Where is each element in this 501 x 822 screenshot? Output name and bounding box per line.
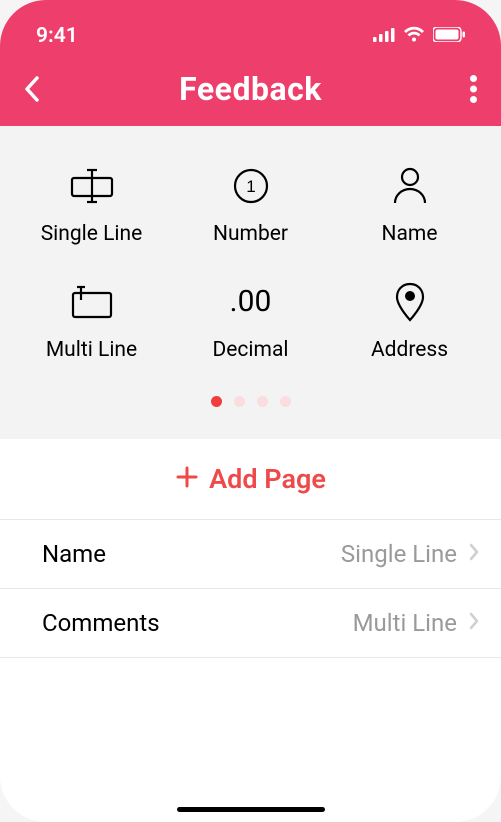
- field-name-label: Comments: [42, 609, 160, 637]
- number-icon: 1: [233, 164, 269, 208]
- kebab-icon: [470, 75, 477, 103]
- palette-label: Decimal: [213, 338, 289, 362]
- field-row[interactable]: Comments Multi Line: [0, 589, 501, 658]
- back-button[interactable]: [24, 76, 64, 102]
- more-button[interactable]: [437, 75, 477, 103]
- multi-line-icon: [71, 280, 113, 324]
- palette-label: Single Line: [41, 222, 143, 246]
- page-dot: [211, 396, 222, 407]
- nav-bar: Feedback: [0, 62, 501, 126]
- field-type-address[interactable]: Address: [330, 280, 489, 362]
- palette-label: Multi Line: [46, 338, 137, 362]
- field-type-name[interactable]: Name: [330, 164, 489, 246]
- field-type-label: Single Line: [341, 540, 457, 568]
- chevron-right-icon: [469, 543, 479, 565]
- person-icon: [392, 164, 428, 208]
- field-row[interactable]: Name Single Line: [0, 520, 501, 589]
- chevron-left-icon: [24, 76, 40, 102]
- page-title: Feedback: [179, 70, 322, 108]
- palette-label: Number: [213, 222, 288, 246]
- decimal-icon: .00: [230, 280, 272, 324]
- home-indicator[interactable]: [177, 807, 325, 812]
- battery-icon: [433, 27, 465, 46]
- add-page-button[interactable]: Add Page: [0, 439, 501, 520]
- status-icons: [373, 26, 465, 46]
- page-indicator[interactable]: [12, 396, 489, 407]
- page-dot: [257, 396, 268, 407]
- palette-label: Address: [371, 338, 448, 362]
- signal-icon: [373, 27, 395, 46]
- field-type-number[interactable]: 1 Number: [171, 164, 330, 246]
- field-type-single-line[interactable]: Single Line: [12, 164, 171, 246]
- field-name-label: Name: [42, 540, 106, 568]
- page-dot: [280, 396, 291, 407]
- plus-icon: [175, 465, 199, 493]
- single-line-icon: [70, 164, 114, 208]
- wifi-icon: [403, 26, 425, 46]
- field-palette: Single Line 1 Number Name Multi Line: [0, 126, 501, 439]
- field-list: Name Single Line Comments Multi Line: [0, 520, 501, 822]
- field-type-multi-line[interactable]: Multi Line: [12, 280, 171, 362]
- chevron-right-icon: [469, 612, 479, 634]
- page-dot: [234, 396, 245, 407]
- svg-text:1: 1: [246, 177, 255, 196]
- field-type-label: Multi Line: [353, 609, 457, 637]
- field-type-decimal[interactable]: .00 Decimal: [171, 280, 330, 362]
- add-page-label: Add Page: [209, 463, 326, 495]
- phone-frame: 9:41 Feedback: [0, 0, 501, 822]
- status-time: 9:41: [36, 24, 78, 48]
- status-bar: 9:41: [0, 0, 501, 62]
- location-pin-icon: [395, 280, 425, 324]
- palette-label: Name: [382, 222, 438, 246]
